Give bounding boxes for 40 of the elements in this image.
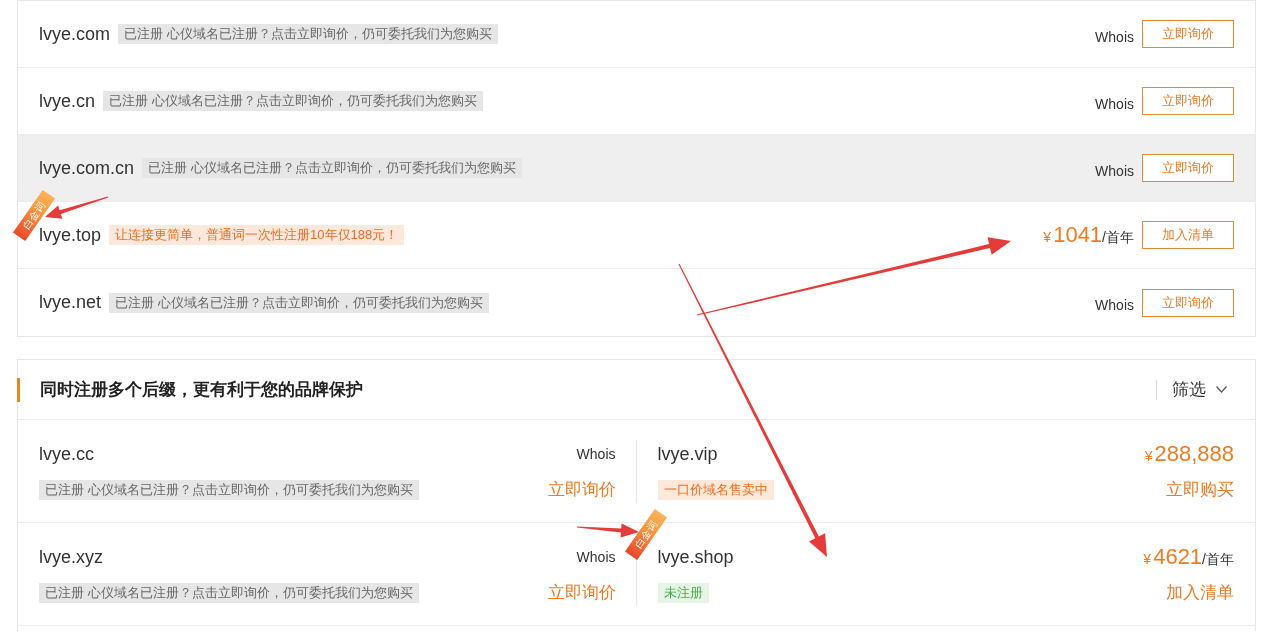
whois-link[interactable]: Whois xyxy=(1095,20,1134,48)
status-note-tag: 已注册 心仪域名已注册？点击立即询价，仍可委托我们为您购买 xyxy=(39,583,419,603)
action-button[interactable]: 立即询价 xyxy=(1142,87,1234,115)
action-link[interactable]: 立即购买 xyxy=(1166,477,1234,503)
status-note-tag: 已注册 心仪域名已注册？点击立即询价，仍可委托我们为您购买 xyxy=(103,91,483,111)
whois-link[interactable]: Whois xyxy=(1095,154,1134,182)
whois-link[interactable]: Whois xyxy=(1095,289,1134,316)
status-note-tag: 已注册 心仪域名已注册？点击立即询价，仍可委托我们为您购买 xyxy=(142,158,522,178)
domain-name: lvye.net xyxy=(39,291,102,314)
filter-button[interactable]: 筛选 xyxy=(1172,376,1227,403)
action-button[interactable]: 立即询价 xyxy=(1142,154,1234,182)
action-link[interactable]: 立即询价 xyxy=(547,580,616,606)
action-button[interactable]: 立即询价 xyxy=(1142,20,1234,48)
status-note-tag: 已注册 心仪域名已注册？点击立即询价，仍可委托我们为您购买 xyxy=(109,292,489,313)
promo-tag: 一口价域名售卖中 xyxy=(657,480,774,500)
annotation-arrow xyxy=(577,523,639,538)
action-button[interactable]: 加入清单 xyxy=(1142,221,1234,249)
whois-link[interactable]: Whois xyxy=(576,546,616,568)
domain-name: lvye.cn xyxy=(39,89,96,113)
status-note-tag: 已注册 心仪域名已注册？点击立即询价，仍可委托我们为您购买 xyxy=(118,24,498,44)
action-link[interactable]: 立即询价 xyxy=(547,477,616,503)
promo-tag: 让连接更简单，普通词一次性注册10年仅188元！ xyxy=(109,225,405,245)
action-link[interactable]: 加入清单 xyxy=(1166,580,1234,606)
whois-link[interactable]: Whois xyxy=(576,443,616,465)
domain-name: lvye.vip xyxy=(657,442,718,466)
section-title: 同时注册多个后缀，更有利于您的品牌保护 xyxy=(40,378,363,401)
whois-link[interactable]: Whois xyxy=(1095,87,1134,115)
status-note-tag: 已注册 心仪域名已注册？点击立即询价，仍可委托我们为您购买 xyxy=(39,480,419,500)
chevron-down-icon xyxy=(1216,386,1227,393)
action-button[interactable]: 立即询价 xyxy=(1142,288,1234,317)
price-text: ¥288,888 xyxy=(1144,443,1234,465)
price-text: ¥4621/首年 xyxy=(1143,546,1234,568)
domain-name: lvye.com.cn xyxy=(39,156,135,180)
domain-name: lvye.xyz xyxy=(39,545,103,569)
domain-name: lvye.com xyxy=(39,22,110,46)
accent-bar xyxy=(17,377,20,402)
domain-name: lvye.cc xyxy=(39,442,94,466)
status-tag: 未注册 xyxy=(657,583,709,603)
price-text: ¥1041/首年 xyxy=(1043,224,1134,246)
annotation-arrow xyxy=(45,196,109,219)
